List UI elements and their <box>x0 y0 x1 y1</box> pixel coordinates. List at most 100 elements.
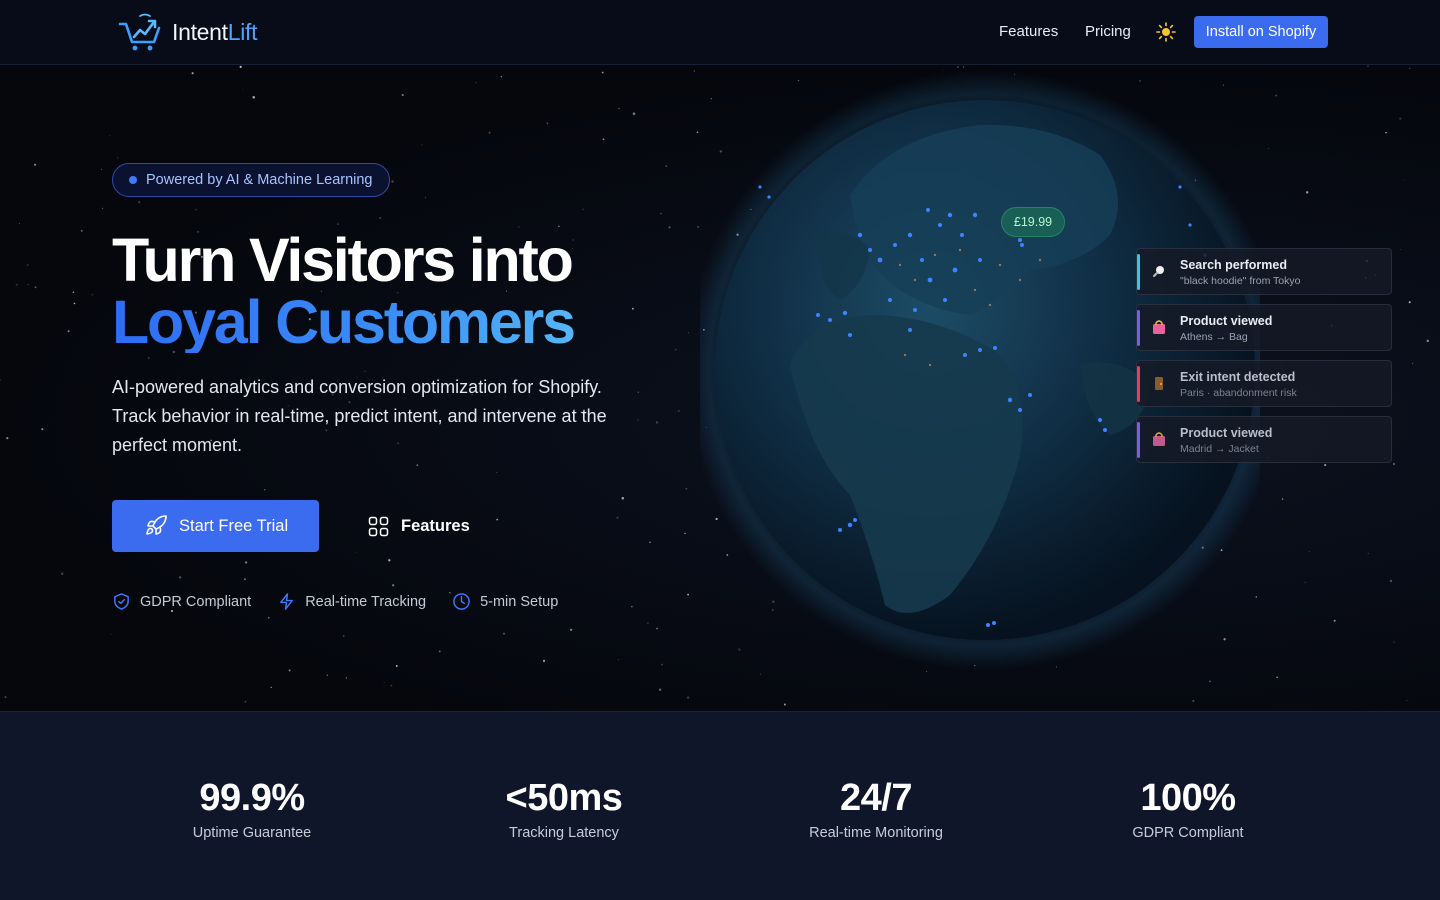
badge-label: GDPR Compliant <box>140 593 252 610</box>
star <box>15 283 18 286</box>
star <box>542 659 546 662</box>
star <box>637 419 639 421</box>
event-title: Product viewed <box>1180 314 1273 328</box>
star <box>1276 676 1278 679</box>
stat-label: Uptime Guarantee <box>192 825 312 841</box>
star <box>686 696 690 699</box>
star <box>632 307 634 310</box>
shield-check-icon <box>114 593 129 610</box>
star <box>337 223 339 225</box>
star <box>475 82 477 84</box>
star <box>26 264 29 267</box>
star <box>34 286 37 289</box>
star <box>379 216 382 219</box>
star <box>242 88 244 90</box>
star <box>697 226 699 228</box>
event-status-bar <box>1137 366 1140 402</box>
brand-name: IntentLift <box>172 18 258 45</box>
star <box>244 700 247 703</box>
star <box>617 659 620 661</box>
grid-icon <box>368 516 389 536</box>
star <box>80 230 83 232</box>
event-detail: Paris · abandonment risk <box>1180 387 1297 399</box>
star <box>1308 551 1310 553</box>
logo[interactable]: IntentLift <box>118 12 258 52</box>
stat-gdpr: 100% GDPR Compliant <box>1058 776 1318 841</box>
event-card[interactable]: Product viewed Madrid → Jacket <box>1136 416 1392 463</box>
star <box>60 572 64 575</box>
start-free-trial-button[interactable]: Start Free Trial <box>112 500 319 552</box>
star <box>245 561 248 564</box>
stat-value: 100% <box>1140 777 1236 819</box>
star <box>1275 94 1278 97</box>
star <box>326 674 329 677</box>
star <box>138 200 141 204</box>
star <box>72 291 75 294</box>
star <box>687 332 689 334</box>
stat-label: Tracking Latency <box>509 825 619 841</box>
star <box>488 131 491 134</box>
star <box>1281 498 1284 500</box>
event-card[interactable]: Exit intent detected Paris · abandonment… <box>1136 360 1392 407</box>
star <box>388 559 391 562</box>
event-card[interactable]: Product viewed Athens → Bag <box>1136 304 1392 351</box>
nav-link-pricing[interactable]: Pricing <box>1085 23 1131 40</box>
sun-icon[interactable] <box>1156 22 1176 42</box>
stat-monitoring: 24/7 Real-time Monitoring <box>746 776 1006 841</box>
star <box>665 165 668 167</box>
star <box>0 378 2 381</box>
shopping-bag-icon <box>1153 320 1165 334</box>
event-detail: "black hoodie" from Tokyo <box>1180 275 1301 287</box>
star <box>41 428 44 431</box>
star <box>1367 553 1369 554</box>
star <box>264 489 266 491</box>
star <box>684 532 686 535</box>
rocket-icon <box>146 515 167 535</box>
badge-setup: 5-min Setup <box>452 592 558 611</box>
hero-section: £19.99 Search performed "black hoodie" f… <box>0 65 1440 711</box>
install-on-shopify-button[interactable]: Install on Shopify <box>1194 16 1328 48</box>
stat-value: 24/7 <box>840 777 912 819</box>
star <box>101 168 103 170</box>
star <box>18 222 20 225</box>
headline-line-1: Turn Visitors into <box>112 226 574 294</box>
star <box>390 684 393 687</box>
badge-gdpr: GDPR Compliant <box>112 592 251 611</box>
star <box>1333 619 1336 622</box>
shopping-bag-icon <box>1153 432 1165 446</box>
pill-dot <box>129 176 137 184</box>
star <box>546 122 549 125</box>
event-card[interactable]: Search performed "black hoodie" from Tok… <box>1136 248 1392 295</box>
star <box>421 144 423 146</box>
star <box>1304 581 1306 583</box>
star <box>1393 641 1395 643</box>
stat-value: <50ms <box>505 777 623 819</box>
features-button[interactable]: Features <box>368 510 470 542</box>
ai-powered-pill: Powered by AI & Machine Learning <box>112 163 390 197</box>
star <box>637 391 639 393</box>
star <box>1399 249 1401 250</box>
star <box>401 93 404 97</box>
star <box>649 541 651 543</box>
star <box>687 593 690 596</box>
star <box>1385 131 1387 134</box>
badge-label: 5-min Setup <box>480 593 559 610</box>
star <box>661 663 663 666</box>
star <box>660 213 662 215</box>
star <box>1412 362 1414 364</box>
start-free-trial-label: Start Free Trial <box>179 516 289 535</box>
star <box>668 226 671 229</box>
stat-label: Real-time Monitoring <box>809 825 943 841</box>
star <box>601 71 604 74</box>
star <box>147 356 150 359</box>
cart-chart-logo-icon <box>118 13 161 51</box>
nav-link-features[interactable]: Features <box>999 23 1058 40</box>
star <box>1402 179 1405 181</box>
star <box>391 180 394 183</box>
star <box>693 70 695 72</box>
star <box>1305 191 1309 194</box>
hero-subtitle: AI-powered analytics and conversion opti… <box>112 377 607 455</box>
star <box>109 135 111 137</box>
event-title: Search performed <box>1180 258 1287 272</box>
star <box>270 686 272 689</box>
